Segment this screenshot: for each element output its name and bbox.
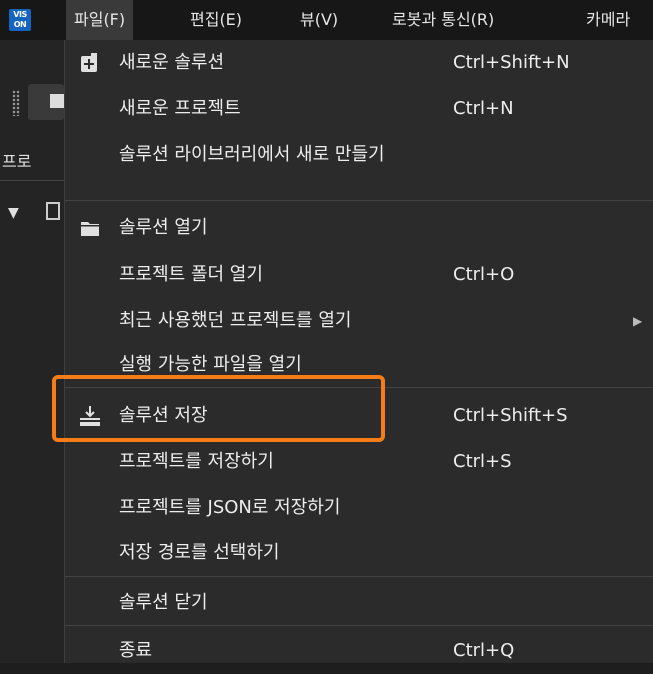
menu-item-open-project-folder[interactable]: 프로젝트 폴더 열기 Ctrl+O	[65, 252, 653, 298]
menu-item-select-save-path[interactable]: 저장 경로를 선택하기	[65, 530, 653, 576]
menu-item-new-project[interactable]: 새로운 프로젝트 Ctrl+N	[65, 86, 653, 132]
menu-separator	[65, 576, 653, 577]
menu-view[interactable]: 뷰(V)	[292, 0, 346, 40]
menu-item-new-solution[interactable]: 새로운 솔루션 Ctrl+Shift+N	[65, 40, 653, 86]
submenu-arrow-icon: ▶	[633, 314, 643, 328]
menu-item-shortcut: Ctrl+N	[453, 98, 514, 119]
menu-item-label: 솔루션 닫기	[119, 592, 208, 613]
menu-separator	[65, 625, 653, 626]
menu-item-save-project-json[interactable]: 프로젝트를 JSON로 저장하기	[65, 485, 653, 531]
menu-item-open-solution[interactable]: 솔루션 열기	[65, 205, 653, 251]
menu-item-label: 최근 사용했던 프로젝트를 열기	[119, 310, 352, 331]
menu-item-label: 솔루션 열기	[119, 217, 208, 238]
menu-item-exit[interactable]: 종료 Ctrl+Q	[65, 628, 653, 674]
menu-camera[interactable]: 카메라	[578, 0, 638, 40]
menu-item-new-from-library[interactable]: 솔루션 라이브러리에서 새로 만들기	[65, 132, 653, 178]
folder-icon	[81, 222, 99, 236]
menu-item-shortcut: Ctrl+S	[453, 451, 512, 472]
menu-item-shortcut: Ctrl+Shift+N	[453, 52, 570, 73]
menu-item-label: 새로운 프로젝트	[119, 98, 241, 119]
menu-robot-communication[interactable]: 로봇과 통신(R)	[384, 0, 502, 40]
menu-item-label: 솔루션 라이브러리에서 새로 만들기	[119, 144, 385, 165]
menu-item-close-solution[interactable]: 솔루션 닫기	[65, 580, 653, 626]
menu-bar: VIS ON 파일(F) 편집(E) 뷰(V) 로봇과 통신(R) 카메라	[0, 0, 653, 40]
app-logo: VIS ON	[9, 9, 31, 31]
toolbar-button[interactable]	[28, 84, 64, 120]
tree-expand-icon[interactable]: ▼	[8, 205, 19, 221]
menu-file[interactable]: 파일(F)	[66, 0, 134, 40]
file-menu-dropdown: 새로운 솔루션 Ctrl+Shift+N 새로운 프로젝트 Ctrl+N 솔루션…	[64, 40, 653, 663]
menu-item-shortcut: Ctrl+O	[453, 264, 515, 285]
menu-item-label: 종료	[119, 640, 153, 661]
menu-item-label: 새로운 솔루션	[119, 52, 225, 73]
menu-item-recent-projects[interactable]: 최근 사용했던 프로젝트를 열기 ▶	[65, 298, 653, 344]
toolbar-grip[interactable]	[12, 90, 20, 116]
menu-item-save-project[interactable]: 프로젝트를 저장하기 Ctrl+S	[65, 439, 653, 485]
highlight-box	[52, 375, 385, 442]
new-solution-icon	[81, 53, 97, 72]
menu-item-label: 저장 경로를 선택하기	[119, 542, 280, 563]
menu-item-label: 프로젝트 폴더 열기	[119, 264, 263, 285]
panel-divider	[0, 180, 64, 181]
menu-item-shortcut: Ctrl+Q	[453, 640, 515, 661]
menu-item-label: 프로젝트를 저장하기	[119, 451, 274, 472]
toolbar-button-icon	[50, 94, 64, 108]
menu-separator	[65, 200, 653, 201]
menu-edit[interactable]: 편집(E)	[182, 0, 250, 40]
left-panel	[0, 40, 64, 663]
menu-item-label: 프로젝트를 JSON로 저장하기	[119, 497, 341, 518]
project-panel-title: 프로	[2, 152, 32, 171]
menu-item-shortcut: Ctrl+Shift+S	[453, 405, 568, 426]
project-icon	[46, 202, 60, 220]
